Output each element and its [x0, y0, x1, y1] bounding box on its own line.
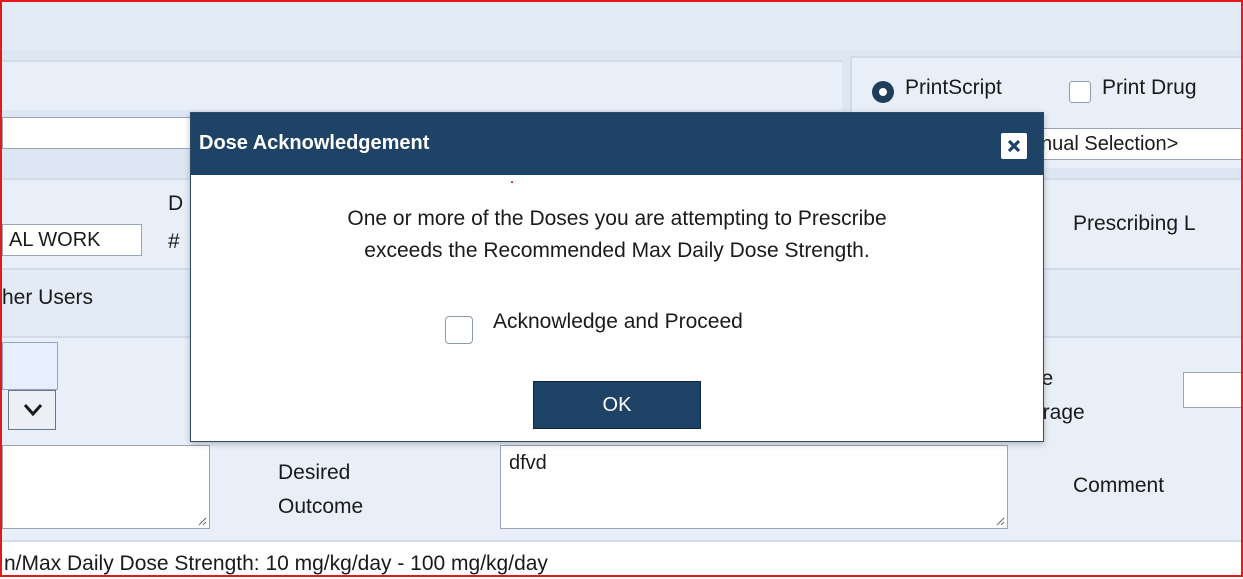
print-drug-checkbox[interactable]: [1069, 81, 1091, 103]
prescribing-label: Prescribing L: [1073, 212, 1196, 235]
hash-label: #: [168, 230, 180, 253]
close-button[interactable]: [1001, 133, 1027, 159]
print-drug-label: Print Drug: [1102, 76, 1197, 99]
printscript-label: PrintScript: [905, 76, 1002, 99]
desired-outcome-value: dfvd: [509, 452, 547, 474]
desired-outcome-textarea[interactable]: dfvd: [500, 445, 1008, 529]
al-work-field[interactable]: AL WORK: [2, 224, 142, 256]
left-header-panel: [2, 60, 842, 110]
close-icon: [1007, 139, 1021, 153]
desired-outcome-line2: Outcome: [278, 495, 364, 518]
desired-outcome-label: Desired Outcome: [278, 456, 363, 524]
ok-button[interactable]: OK: [533, 381, 701, 429]
desired-outcome-line1: Desired: [278, 461, 351, 484]
dropdown-button[interactable]: [8, 390, 56, 430]
decorative-dot: [511, 181, 513, 183]
comment-label: Comment: [1073, 474, 1165, 497]
chevron-down-icon: [23, 404, 43, 417]
acknowledge-checkbox[interactable]: [445, 316, 473, 344]
acknowledge-label[interactable]: Acknowledge and Proceed: [493, 310, 743, 334]
dialog-message-line2: exceeds the Recommended Max Daily Dose S…: [364, 239, 870, 262]
right-input-field[interactable]: [1183, 372, 1243, 408]
top-panel: [0, 0, 1243, 50]
dialog-message: One or more of the Doses you are attempt…: [191, 203, 1043, 267]
radio-selected-icon[interactable]: [872, 81, 894, 103]
resize-grip-icon[interactable]: [197, 516, 207, 526]
dialog-title: Dose Acknowledgement: [199, 132, 430, 154]
dose-acknowledgement-dialog: Dose Acknowledgement One or more of the …: [190, 112, 1044, 442]
manual-selection-dropdown[interactable]: nual Selection>: [1032, 128, 1243, 160]
resize-grip-icon[interactable]: [995, 516, 1005, 526]
other-users-label: her Users: [2, 286, 94, 309]
d-label: D: [168, 192, 184, 215]
selected-field[interactable]: [2, 342, 58, 390]
dialog-message-line1: One or more of the Doses you are attempt…: [347, 207, 887, 230]
left-textarea[interactable]: [2, 445, 210, 529]
dialog-header: Dose Acknowledgement: [191, 113, 1043, 175]
dose-strength-text: n/Max Daily Dose Strength: 10 mg/kg/day …: [4, 552, 548, 575]
